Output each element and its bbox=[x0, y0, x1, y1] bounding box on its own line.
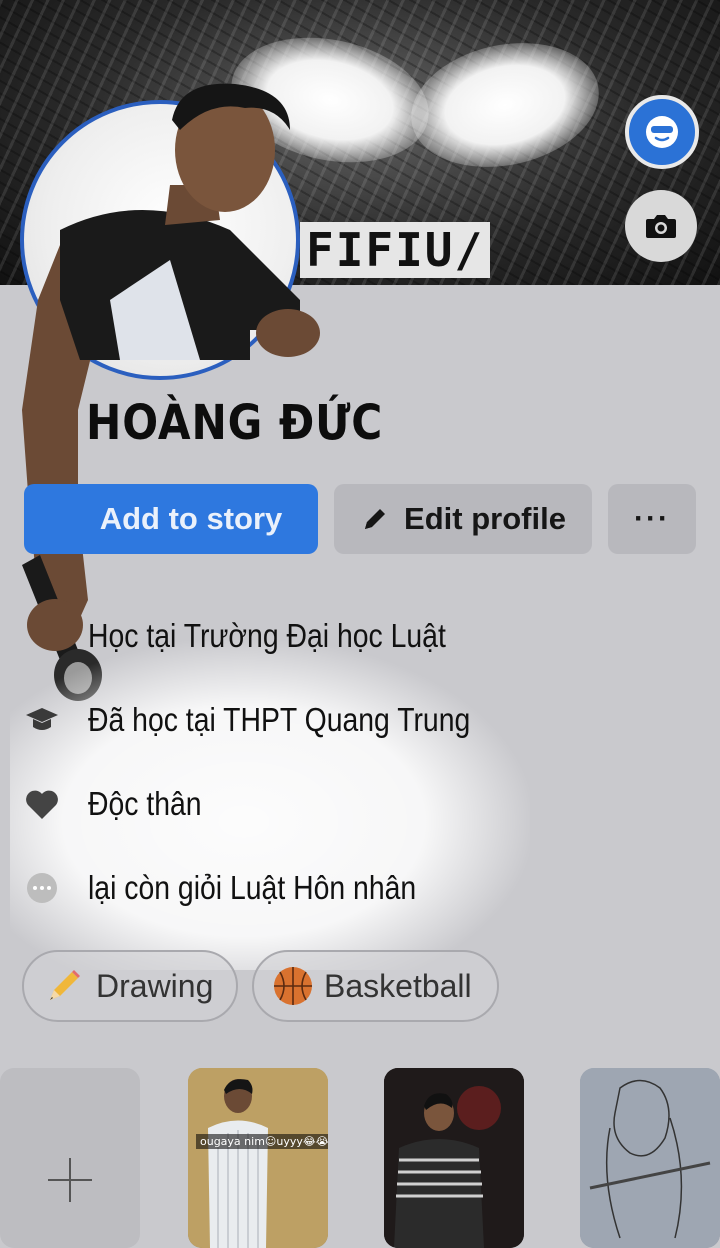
pencil-icon bbox=[365, 509, 386, 529]
add-to-story-button[interactable]: Add to story bbox=[24, 484, 318, 554]
camera-icon bbox=[646, 215, 676, 238]
detail-other[interactable]: lại còn giỏi Luật Hôn nhân bbox=[22, 858, 470, 918]
edit-profile-button[interactable]: Edit profile bbox=[334, 484, 592, 554]
detail-text: Độc thân bbox=[88, 785, 202, 822]
edit-profile-label: Edit profile bbox=[404, 501, 566, 536]
plus-icon bbox=[48, 1158, 92, 1202]
detail-text: Đã học tại THPT Quang Trung bbox=[88, 701, 471, 738]
school-icon bbox=[22, 616, 62, 656]
more-options-button[interactable]: ··· bbox=[608, 484, 696, 554]
detail-current-school[interactable]: Học tại Trường Đại học Luật bbox=[22, 606, 504, 666]
profile-name: HOÀNG ĐỨC bbox=[86, 395, 384, 451]
add-to-story-label: Add to story bbox=[99, 501, 283, 536]
more-dots-icon: ··· bbox=[634, 502, 670, 535]
hobby-label: Basketball bbox=[324, 967, 472, 1004]
detail-text: lại còn giỏi Luật Hôn nhân bbox=[88, 869, 417, 906]
detail-text: Học tại Trường Đại học Luật bbox=[88, 617, 446, 654]
basketball-icon bbox=[274, 967, 312, 1005]
featured-photo bbox=[384, 1068, 524, 1248]
avatar-face-icon bbox=[646, 116, 678, 148]
featured-tile[interactable] bbox=[384, 1068, 524, 1248]
hobby-chip-basketball[interactable]: Basketball bbox=[252, 950, 499, 1022]
detail-past-school[interactable]: Đã học tại THPT Quang Trung bbox=[22, 690, 533, 750]
more-dots-icon bbox=[22, 868, 62, 908]
graduation-cap-icon bbox=[22, 700, 62, 740]
heart-icon bbox=[22, 784, 62, 824]
featured-tile[interactable]: ougaya nim☺uyyy😂😭✌ bbox=[188, 1068, 328, 1248]
detail-relationship[interactable]: Độc thân bbox=[22, 774, 220, 834]
cover-camera-button[interactable] bbox=[625, 190, 697, 262]
pencil-icon bbox=[50, 970, 80, 1000]
featured-tile[interactable] bbox=[580, 1068, 720, 1248]
profile-picture[interactable] bbox=[20, 100, 300, 380]
featured-photo bbox=[188, 1068, 328, 1248]
hobby-chip-drawing[interactable]: Drawing bbox=[22, 950, 238, 1022]
hobby-label: Drawing bbox=[96, 967, 214, 1004]
featured-drawing bbox=[580, 1068, 720, 1248]
avatar-creator-button[interactable] bbox=[625, 95, 699, 169]
featured-caption: ougaya nim☺uyyy😂😭✌ bbox=[196, 1134, 328, 1149]
cover-text: FIFIU/ bbox=[300, 222, 491, 278]
add-featured-tile[interactable] bbox=[0, 1068, 140, 1248]
